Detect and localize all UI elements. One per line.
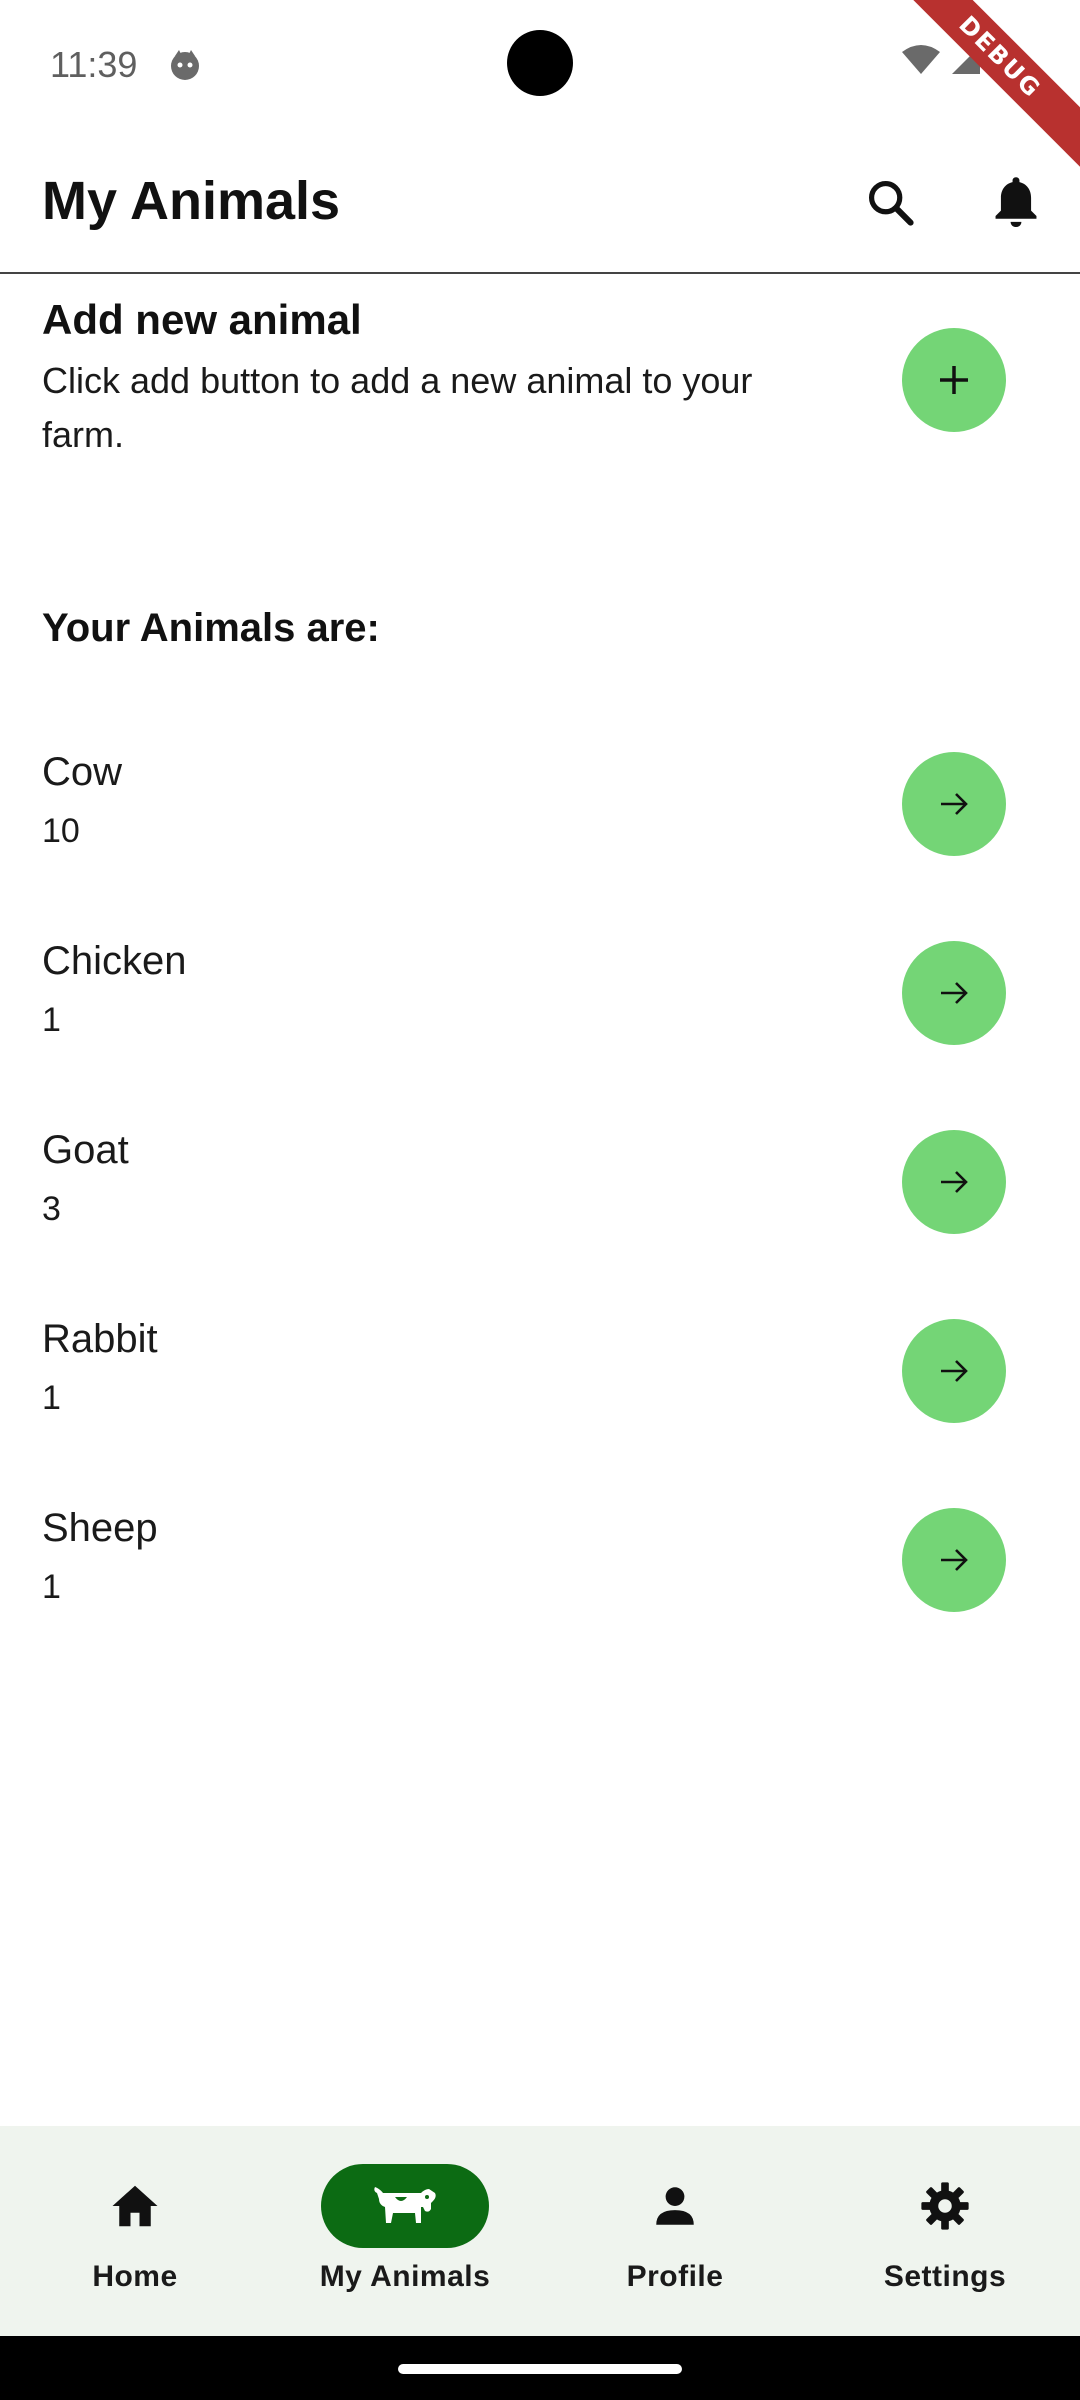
- arrow-right-icon: [941, 793, 968, 815]
- gear-icon: [921, 2182, 969, 2230]
- nav-item-profile[interactable]: Profile: [540, 2126, 810, 2336]
- nav-label: Home: [92, 2260, 178, 2293]
- animal-count: 10: [42, 812, 80, 850]
- bottom-navigation: Home My Animals Profile Settings: [0, 2126, 1080, 2336]
- arrow-right-icon: [941, 1171, 968, 1193]
- nav-icon-container: [591, 2164, 759, 2248]
- nav-label: Profile: [626, 2260, 724, 2293]
- cat-face-icon: [171, 50, 199, 80]
- add-animal-description: Click add button to add a new animal to …: [42, 360, 753, 455]
- arrow-right-icon: [941, 982, 968, 1004]
- app-bar: My Animals: [0, 130, 1080, 274]
- list-item[interactable]: Rabbit 1: [0, 1287, 1080, 1476]
- system-gesture-area: [0, 2336, 1080, 2400]
- list-item[interactable]: Goat 3: [0, 1098, 1080, 1287]
- nav-label: Settings: [883, 2260, 1007, 2293]
- add-animal-button[interactable]: [902, 328, 1006, 432]
- cow-icon: [374, 2187, 436, 2223]
- home-gesture-handle[interactable]: [398, 2364, 682, 2374]
- nav-icon-container: [51, 2164, 219, 2248]
- plus-icon: [940, 366, 968, 394]
- animal-name: Rabbit: [42, 1317, 158, 1361]
- nav-item-my-animals[interactable]: My Animals: [270, 2126, 540, 2336]
- nav-icon-container: [321, 2164, 489, 2248]
- animal-count: 1: [42, 1001, 61, 1039]
- camera-cutout: [507, 30, 573, 96]
- animal-name: Chicken: [42, 939, 187, 983]
- open-animal-button[interactable]: [902, 1319, 1006, 1423]
- nav-item-home[interactable]: Home: [0, 2126, 270, 2336]
- nav-icon-container: [861, 2164, 1029, 2248]
- animal-name: Cow: [42, 750, 123, 794]
- list-item[interactable]: Cow 10: [0, 720, 1080, 909]
- search-icon: [868, 180, 914, 226]
- open-animal-button[interactable]: [902, 1130, 1006, 1234]
- page-title: My Animals: [42, 171, 341, 231]
- person-icon: [656, 2187, 694, 2225]
- animal-count: 1: [42, 1379, 61, 1417]
- status-time: 11:39: [50, 44, 138, 85]
- home-icon: [112, 2185, 158, 2227]
- add-animal-title: Add new animal: [42, 296, 362, 343]
- open-animal-button[interactable]: [902, 752, 1006, 856]
- animal-name: Goat: [42, 1128, 129, 1172]
- animal-count: 3: [42, 1190, 61, 1228]
- status-bar: 11:39 DEBUG: [0, 0, 1080, 178]
- add-animal-section: Add new animal Click add button to add a…: [42, 296, 1042, 476]
- arrow-right-icon: [941, 1360, 968, 1382]
- list-item[interactable]: Chicken 1: [0, 909, 1080, 1098]
- screen: 11:39 DEBUG My Animals Add new animal Cl…: [0, 0, 1080, 2400]
- animal-name: Sheep: [42, 1506, 158, 1550]
- animal-count: 1: [42, 1568, 61, 1606]
- notifications-button[interactable]: [984, 170, 1048, 234]
- animals-list-heading: Your Animals are:: [42, 606, 380, 650]
- list-item[interactable]: Sheep 1: [0, 1476, 1080, 1665]
- nav-label: My Animals: [319, 2260, 491, 2293]
- bell-icon: [995, 177, 1037, 227]
- arrow-right-icon: [941, 1549, 968, 1571]
- search-button[interactable]: [858, 170, 922, 234]
- wifi-icon: [902, 45, 940, 74]
- open-animal-button[interactable]: [902, 941, 1006, 1045]
- animal-list: Cow 10 Chicken 1 Goat 3 Rabbit 1 Sheep 1: [0, 720, 1080, 1665]
- nav-item-settings[interactable]: Settings: [810, 2126, 1080, 2336]
- open-animal-button[interactable]: [902, 1508, 1006, 1612]
